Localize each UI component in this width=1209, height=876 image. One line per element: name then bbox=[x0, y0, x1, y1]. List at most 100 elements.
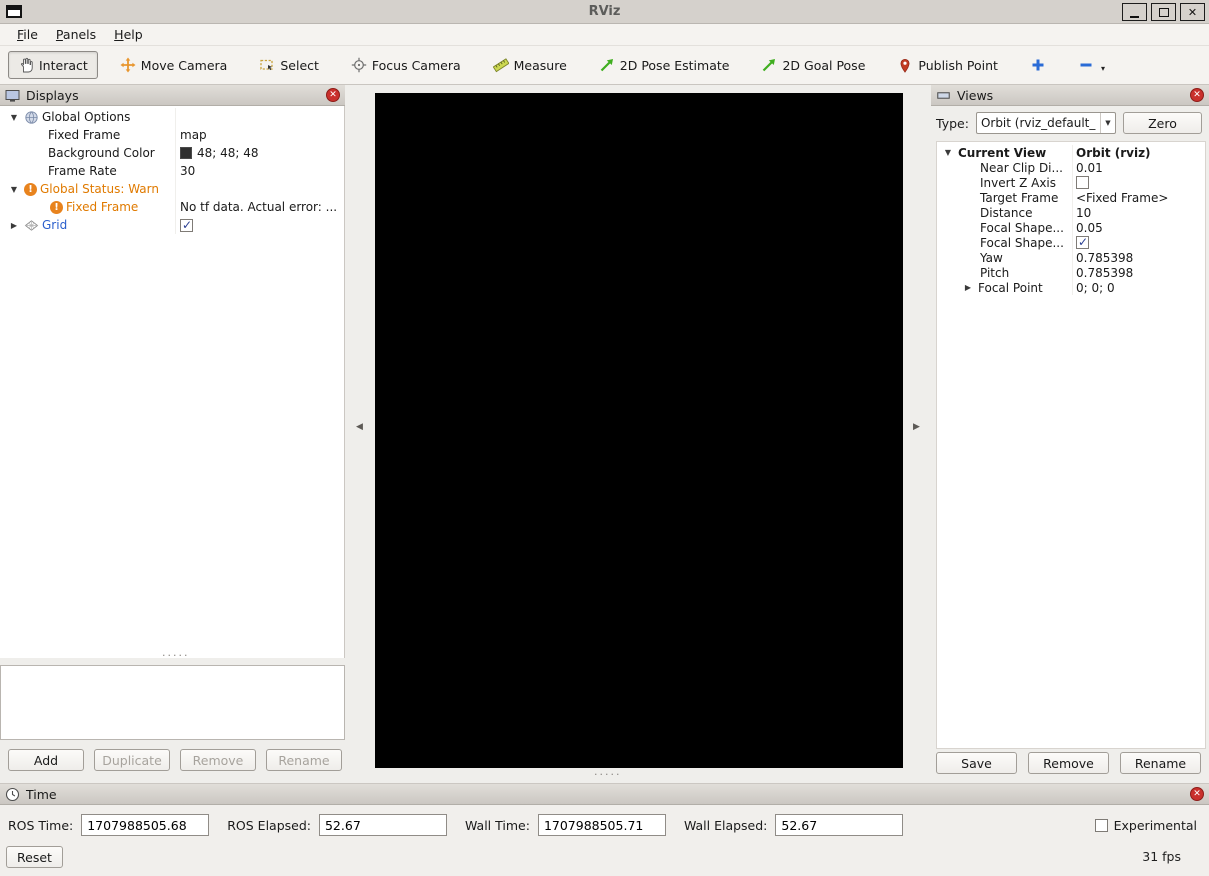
tree-row-distance[interactable]: Distance 10 bbox=[937, 205, 1205, 220]
property-name: Distance bbox=[980, 206, 1032, 220]
zero-button[interactable]: Zero bbox=[1123, 112, 1202, 134]
tool-publish-point[interactable]: Publish Point bbox=[887, 51, 1008, 79]
property-value[interactable]: 0.05 bbox=[1072, 220, 1205, 235]
add-tool-button[interactable] bbox=[1020, 51, 1056, 79]
tree-row-grid[interactable]: ▶ Grid bbox=[0, 216, 344, 234]
tree-row-background-color[interactable]: Background Color 48; 48; 48 bbox=[0, 144, 344, 162]
property-value[interactable]: 48; 48; 48 bbox=[175, 144, 344, 162]
time-panel-header[interactable]: Time ✕ bbox=[0, 784, 1209, 805]
close-button[interactable]: ✕ bbox=[1180, 3, 1205, 21]
wall-time-input[interactable] bbox=[538, 814, 666, 836]
property-name: Global Status: Warn bbox=[40, 182, 159, 196]
tree-row-near-clip[interactable]: Near Clip Di... 0.01 bbox=[937, 160, 1205, 175]
views-panel-header[interactable]: Views ✕ bbox=[931, 85, 1209, 106]
goal-pose-arrow-icon bbox=[761, 57, 777, 73]
remove-button[interactable]: Remove bbox=[180, 749, 256, 771]
tree-row-focal-point[interactable]: ▶ Focal Point 0; 0; 0 bbox=[937, 280, 1205, 295]
views-close-icon[interactable]: ✕ bbox=[1190, 88, 1204, 102]
views-panel: Views ✕ Type: Orbit (rviz_default_ ▼ Zer… bbox=[931, 85, 1209, 775]
add-button[interactable]: Add bbox=[8, 749, 84, 771]
selection-box-icon bbox=[259, 57, 275, 73]
tool-label: Publish Point bbox=[918, 58, 998, 73]
property-value[interactable]: 0.785398 bbox=[1072, 265, 1205, 280]
tool-2d-goal-pose[interactable]: 2D Goal Pose bbox=[751, 51, 875, 79]
tree-row-focal-shape-fixed[interactable]: Focal Shape... bbox=[937, 235, 1205, 250]
property-value[interactable]: <Fixed Frame> bbox=[1072, 190, 1205, 205]
property-name: Focal Shape... bbox=[980, 236, 1064, 250]
displays-splitter-handle[interactable]: ····· bbox=[162, 653, 189, 659]
property-value[interactable]: 30 bbox=[175, 162, 344, 180]
maximize-button[interactable] bbox=[1151, 3, 1176, 21]
ros-elapsed-input[interactable] bbox=[319, 814, 447, 836]
tree-row-focal-shape-size[interactable]: Focal Shape... 0.05 bbox=[937, 220, 1205, 235]
displays-panel-header[interactable]: Displays ✕ bbox=[0, 85, 345, 106]
reset-button[interactable]: Reset bbox=[6, 846, 63, 868]
property-value[interactable] bbox=[175, 216, 344, 234]
type-label: Type: bbox=[936, 116, 969, 131]
view-type-combobox[interactable]: Orbit (rviz_default_ ▼ bbox=[976, 112, 1116, 134]
property-name: Near Clip Di... bbox=[980, 161, 1063, 175]
property-value: Orbit (rviz) bbox=[1072, 145, 1205, 160]
tool-move-camera[interactable]: Move Camera bbox=[110, 51, 238, 79]
displays-close-icon[interactable]: ✕ bbox=[326, 88, 340, 102]
experimental-toggle[interactable]: Experimental bbox=[1095, 818, 1197, 833]
tree-row-global-options[interactable]: ▼ Global Options bbox=[0, 108, 344, 126]
tree-row-pitch[interactable]: Pitch 0.785398 bbox=[937, 265, 1205, 280]
tool-measure[interactable]: Measure bbox=[483, 51, 577, 79]
invert-z-checkbox[interactable] bbox=[1076, 176, 1089, 189]
property-value[interactable]: 10 bbox=[1072, 205, 1205, 220]
tool-label: Focus Camera bbox=[372, 58, 461, 73]
tree-row-fixed-frame[interactable]: Fixed Frame map bbox=[0, 126, 344, 144]
experimental-checkbox[interactable] bbox=[1095, 819, 1108, 832]
save-button[interactable]: Save bbox=[936, 752, 1017, 774]
expander-down-icon[interactable]: ▼ bbox=[7, 113, 21, 122]
wall-elapsed-input[interactable] bbox=[775, 814, 903, 836]
render-viewport[interactable] bbox=[375, 93, 903, 768]
menu-panels[interactable]: Panels bbox=[47, 24, 105, 45]
tool-select[interactable]: Select bbox=[249, 51, 329, 79]
menu-file[interactable]: File bbox=[8, 24, 47, 45]
tree-row-global-status[interactable]: ▼ Global Status: Warn bbox=[0, 180, 344, 198]
tree-row-current-view[interactable]: ▼ Current View Orbit (rviz) bbox=[937, 145, 1205, 160]
expander-right-icon[interactable]: ▶ bbox=[961, 283, 975, 292]
ros-time-label: ROS Time: bbox=[8, 818, 73, 833]
tree-row-yaw[interactable]: Yaw 0.785398 bbox=[937, 250, 1205, 265]
tool-2d-pose-estimate[interactable]: 2D Pose Estimate bbox=[589, 51, 740, 79]
tree-row-frame-rate[interactable]: Frame Rate 30 bbox=[0, 162, 344, 180]
remove-tool-button[interactable]: ▾ bbox=[1068, 51, 1115, 79]
property-name: Background Color bbox=[48, 146, 155, 160]
minimize-button[interactable] bbox=[1122, 3, 1147, 21]
time-close-icon[interactable]: ✕ bbox=[1190, 787, 1204, 801]
property-value[interactable]: map bbox=[175, 126, 344, 144]
focal-shape-checkbox[interactable] bbox=[1076, 236, 1089, 249]
tree-row-invert-z[interactable]: Invert Z Axis bbox=[937, 175, 1205, 190]
warning-icon bbox=[50, 201, 63, 214]
remove-view-button[interactable]: Remove bbox=[1028, 752, 1109, 774]
grid-icon bbox=[24, 218, 39, 233]
property-value[interactable] bbox=[1072, 175, 1205, 190]
property-value[interactable]: 0.01 bbox=[1072, 160, 1205, 175]
grid-enabled-checkbox[interactable] bbox=[180, 219, 193, 232]
bottom-splitter-handle[interactable]: ····· bbox=[594, 772, 621, 778]
tool-label: 2D Pose Estimate bbox=[620, 58, 730, 73]
tool-interact[interactable]: Interact bbox=[8, 51, 98, 79]
expander-down-icon[interactable]: ▼ bbox=[7, 185, 21, 194]
right-collapse-arrow-icon[interactable]: ▶ bbox=[913, 422, 920, 432]
property-value: No tf data. Actual error: ... bbox=[175, 198, 344, 216]
expander-down-icon[interactable]: ▼ bbox=[941, 148, 955, 157]
tree-row-fixed-frame-status[interactable]: Fixed Frame No tf data. Actual error: ..… bbox=[0, 198, 344, 216]
property-value[interactable]: 0; 0; 0 bbox=[1072, 280, 1205, 295]
duplicate-button[interactable]: Duplicate bbox=[94, 749, 170, 771]
rename-view-button[interactable]: Rename bbox=[1120, 752, 1201, 774]
menu-help[interactable]: Help bbox=[105, 24, 152, 45]
property-value[interactable]: 0.785398 bbox=[1072, 250, 1205, 265]
rename-button[interactable]: Rename bbox=[266, 749, 342, 771]
property-value[interactable] bbox=[1072, 235, 1205, 250]
left-collapse-arrow-icon[interactable]: ◀ bbox=[356, 422, 363, 432]
tool-label: 2D Goal Pose bbox=[782, 58, 865, 73]
tree-row-target-frame[interactable]: Target Frame <Fixed Frame> bbox=[937, 190, 1205, 205]
property-name: Target Frame bbox=[980, 191, 1058, 205]
expander-right-icon[interactable]: ▶ bbox=[7, 221, 21, 230]
ros-time-input[interactable] bbox=[81, 814, 209, 836]
tool-focus-camera[interactable]: Focus Camera bbox=[341, 51, 471, 79]
